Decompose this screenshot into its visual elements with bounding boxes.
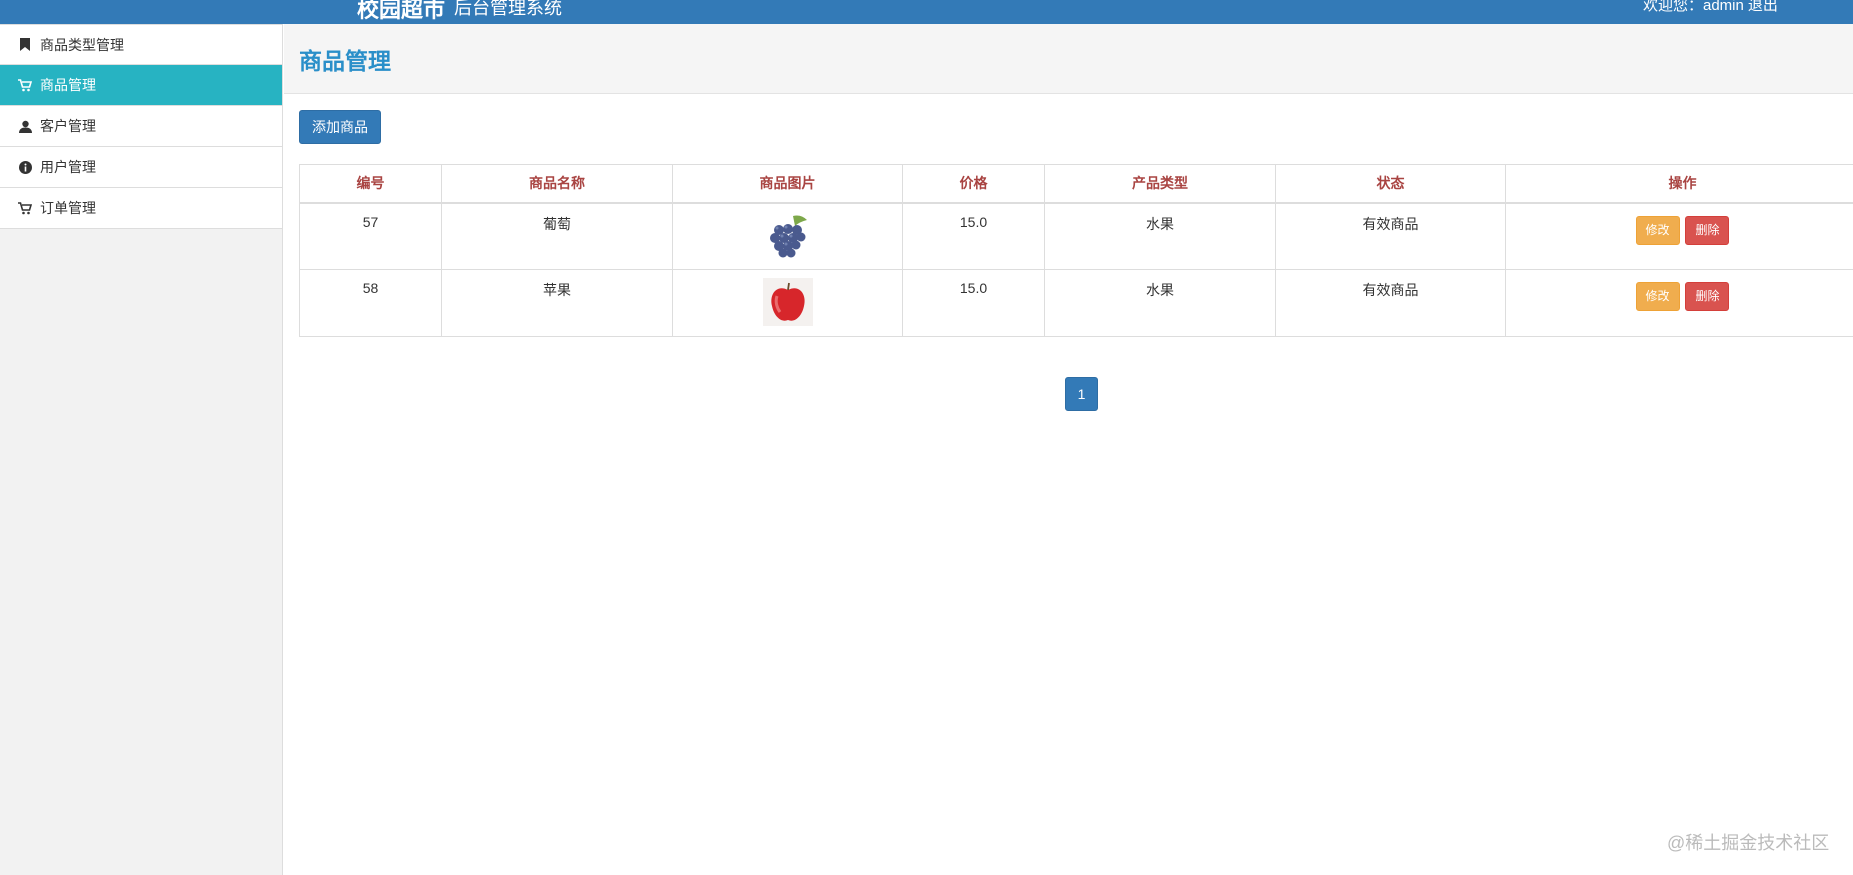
- table-row: 57 葡萄 15.0 水果 有效商品 修改 删除: [299, 202, 1853, 270]
- column-header-price: 价格: [902, 164, 1045, 204]
- sidebar-item-category[interactable]: 商品类型管理: [0, 24, 282, 65]
- add-product-button[interactable]: 添加商品: [299, 110, 381, 144]
- pagination-page-1[interactable]: 1: [1065, 377, 1098, 411]
- sidebar-item-customers[interactable]: 客户管理: [0, 106, 282, 147]
- sidebar-item-label: 客户管理: [40, 118, 96, 134]
- top-navbar: 校园超市 后台管理系统 欢迎您：admin 退出: [0, 0, 1853, 24]
- delete-button[interactable]: 删除: [1685, 282, 1730, 311]
- cell-id: 58: [299, 269, 442, 337]
- cell-actions: 修改 删除: [1505, 269, 1853, 337]
- delete-button[interactable]: 删除: [1685, 215, 1730, 245]
- column-header-image: 商品图片: [672, 164, 903, 204]
- watermark: @稀土掘金技术社区: [1667, 833, 1830, 853]
- product-table: 编号 商品名称 商品图片 价格 产品类型 状态 操作 57 葡萄 15.0 水果…: [299, 164, 1853, 337]
- edit-button[interactable]: 修改: [1635, 215, 1680, 245]
- sidebar-item-orders[interactable]: 订单管理: [0, 188, 282, 229]
- user-icon: [18, 119, 32, 133]
- cell-status: 有效商品: [1275, 202, 1506, 270]
- brand-name[interactable]: 校园超市: [357, 0, 445, 24]
- user-area: 欢迎您：admin 退出: [1643, 0, 1778, 15]
- welcome-text: 欢迎您：admin: [1643, 0, 1744, 14]
- cell-price: 15.0: [902, 269, 1045, 337]
- table-header-row: 编号 商品名称 商品图片 价格 产品类型 状态 操作: [299, 164, 1853, 204]
- edit-button[interactable]: 修改: [1635, 282, 1680, 311]
- column-header-id: 编号: [299, 164, 442, 204]
- main-content: 商品管理 添加商品 编号 商品名称 商品图片 价格 产品类型 状态 操作 57 …: [284, 24, 1853, 875]
- cell-price: 15.0: [902, 202, 1045, 270]
- cell-status: 有效商品: [1275, 269, 1506, 337]
- table-row: 58 苹果 15.0 水果 有效商品 修改 删除: [299, 269, 1853, 337]
- cell-type: 水果: [1044, 269, 1276, 337]
- grape-image: [763, 212, 813, 260]
- sidebar-item-label: 商品管理: [40, 77, 96, 93]
- sidebar-item-users[interactable]: 用户管理: [0, 147, 282, 188]
- cell-type: 水果: [1044, 202, 1276, 270]
- column-header-name: 商品名称: [441, 164, 673, 204]
- cell-image: [672, 202, 903, 270]
- shopping-cart-icon: [18, 78, 32, 92]
- column-header-type: 产品类型: [1044, 164, 1276, 204]
- sidebar: 商品类型管理 商品管理 客户管理 用户管理 订单管理: [0, 24, 283, 875]
- cell-name: 葡萄: [441, 202, 673, 270]
- page-header: 商品管理: [284, 24, 1853, 94]
- sidebar-item-label: 订单管理: [40, 200, 96, 216]
- cell-actions: 修改 删除: [1505, 202, 1853, 270]
- column-header-status: 状态: [1275, 164, 1506, 204]
- cell-id: 57: [299, 202, 442, 270]
- page-title: 商品管理: [299, 47, 391, 74]
- sidebar-item-label: 商品类型管理: [40, 36, 124, 53]
- info-circle-icon: [18, 160, 32, 174]
- column-header-actions: 操作: [1505, 164, 1853, 204]
- bookmark-icon: [18, 38, 32, 52]
- cell-image: [672, 269, 903, 337]
- brand-subtitle: 后台管理系统: [454, 0, 562, 18]
- sidebar-item-label: 用户管理: [40, 159, 96, 175]
- logout-link[interactable]: 退出: [1748, 0, 1778, 15]
- shopping-cart-icon: [18, 201, 32, 215]
- apple-image: [762, 278, 813, 326]
- cell-name: 苹果: [441, 269, 673, 337]
- sidebar-item-products[interactable]: 商品管理: [0, 65, 282, 106]
